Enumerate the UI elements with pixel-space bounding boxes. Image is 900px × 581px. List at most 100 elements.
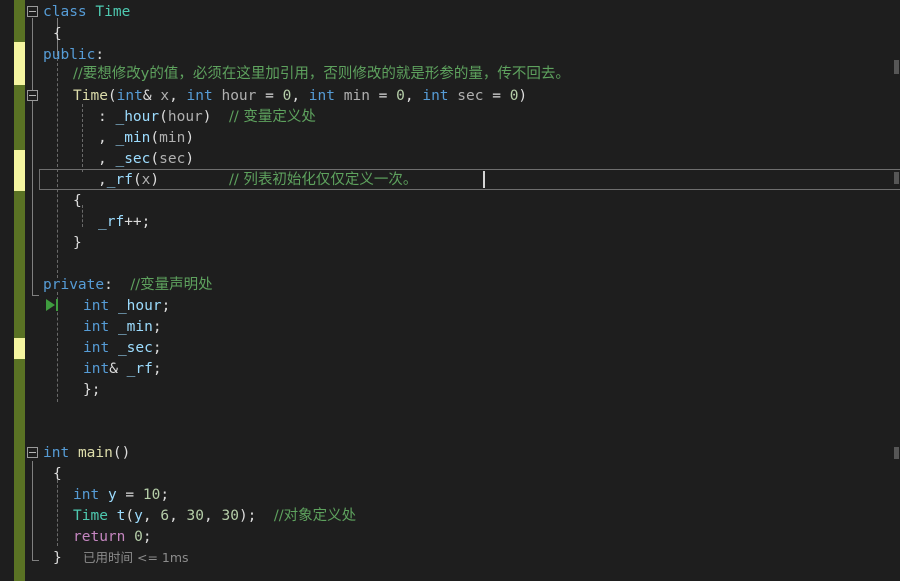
code-token: Time (73, 508, 108, 524)
code-token: int (83, 340, 110, 356)
code-token: { (53, 26, 62, 42)
indent-guide-ctor-body (82, 205, 83, 227)
code-token: 30 (186, 508, 204, 524)
scrollbar-mark[interactable] (894, 60, 899, 74)
code-token: _hour (117, 298, 162, 314)
code-token: y (134, 508, 143, 524)
run-to-cursor-icon[interactable] (43, 297, 59, 313)
code-token: , (98, 130, 116, 146)
code-token: { (73, 193, 82, 209)
code-token: int (422, 88, 449, 104)
code-token: int (116, 88, 143, 104)
code-token: ; (161, 298, 171, 314)
code-line-text: , _sec(sec) (98, 149, 194, 169)
code-token: () (112, 445, 131, 461)
code-token: ( (150, 151, 160, 167)
code-token: ); (238, 508, 274, 524)
code-token: , (98, 172, 107, 188)
scrollbar-mark[interactable] (894, 447, 899, 459)
code-line-text: { (73, 191, 82, 211)
code-line-text: } (73, 233, 82, 253)
code-token: // 变量定义处 (228, 109, 316, 125)
code-token: _sec (115, 151, 151, 167)
change-marker-saved (14, 0, 25, 42)
code-token: ( (132, 172, 142, 188)
code-token: } (73, 235, 82, 251)
code-token: ++; (124, 214, 151, 230)
code-token: min (343, 88, 370, 104)
code-token: ) (202, 109, 212, 125)
code-line-text: } (53, 548, 62, 568)
change-marker-saved (14, 85, 25, 150)
editor-outer-margin (0, 0, 14, 581)
code-line-text: return 0; (73, 527, 152, 547)
code-token: //对象定义处 (273, 508, 357, 524)
code-token: Time (73, 88, 108, 104)
code-line-text: int _sec; (83, 338, 162, 358)
fold-toggle-class-time[interactable] (27, 6, 38, 17)
scrollbar-mark[interactable] (894, 172, 899, 184)
code-token: _hour (115, 109, 160, 125)
code-token: ; (142, 529, 152, 545)
code-token: int (83, 298, 110, 314)
code-token: ( (107, 88, 117, 104)
indent-guide-class (57, 58, 58, 278)
code-token: , (204, 508, 222, 524)
code-token: Time (95, 4, 131, 20)
code-line-text: class Time (43, 2, 130, 22)
code-token: 0 (134, 529, 143, 545)
code-editor[interactable]: 已用时间 <= 1ms class Time{public://要想修改y的值，… (0, 0, 900, 581)
code-line-text: _rf++; (98, 212, 150, 232)
code-token: //要想修改y的值，必须在这里加引用，否则修改的就是形参的量，传不回去。 (73, 66, 570, 82)
code-token: hour (167, 109, 203, 125)
fold-toggle-constructor[interactable] (27, 90, 38, 101)
code-token: _min (117, 319, 153, 335)
code-token: = (483, 88, 510, 104)
fold-line-main (32, 461, 39, 561)
code-line-text: //要想修改y的值，必须在这里加引用，否则修改的就是形参的量，传不回去。 (73, 64, 570, 84)
code-token: _sec (117, 340, 153, 356)
code-token: _rf (98, 214, 125, 230)
code-line-text: : _hour(hour) // 变量定义处 (98, 107, 316, 127)
code-token: & (109, 361, 127, 377)
code-line-text: { (53, 24, 62, 44)
code-line-text: , _min(min) (98, 128, 194, 148)
code-token: _rf (126, 361, 153, 377)
code-line-text: int& _rf; (83, 359, 162, 379)
code-token: { (53, 466, 62, 482)
code-token: , (291, 88, 309, 104)
code-token: ; (152, 340, 162, 356)
code-token: ) (185, 151, 195, 167)
code-line-text: int main() (43, 443, 130, 463)
code-line-text: private: //变量声明处 (43, 275, 213, 295)
fold-line-class (32, 18, 39, 296)
code-token: : (104, 277, 131, 293)
indent-guide-main (57, 480, 58, 546)
change-marker-saved (14, 359, 25, 581)
fold-toggle-main[interactable] (27, 447, 38, 458)
code-token: ( (125, 508, 135, 524)
code-token: y (107, 487, 117, 503)
code-token: // 列表初始化仅仅定义一次。 (228, 172, 418, 188)
code-token: ; (152, 319, 162, 335)
code-line-text: }; (83, 380, 100, 400)
code-token: 30 (221, 508, 239, 524)
code-line-text: Time t(y, 6, 30, 30); //对象定义处 (73, 506, 356, 526)
code-token: ( (150, 130, 160, 146)
change-marker-unsaved (14, 42, 25, 85)
code-line-text: public: (43, 45, 104, 65)
code-token: , (142, 508, 161, 524)
code-text-area[interactable]: 已用时间 <= 1ms class Time{public://要想修改y的值，… (25, 0, 900, 581)
code-token: x (160, 88, 170, 104)
code-token: sec (457, 88, 484, 104)
